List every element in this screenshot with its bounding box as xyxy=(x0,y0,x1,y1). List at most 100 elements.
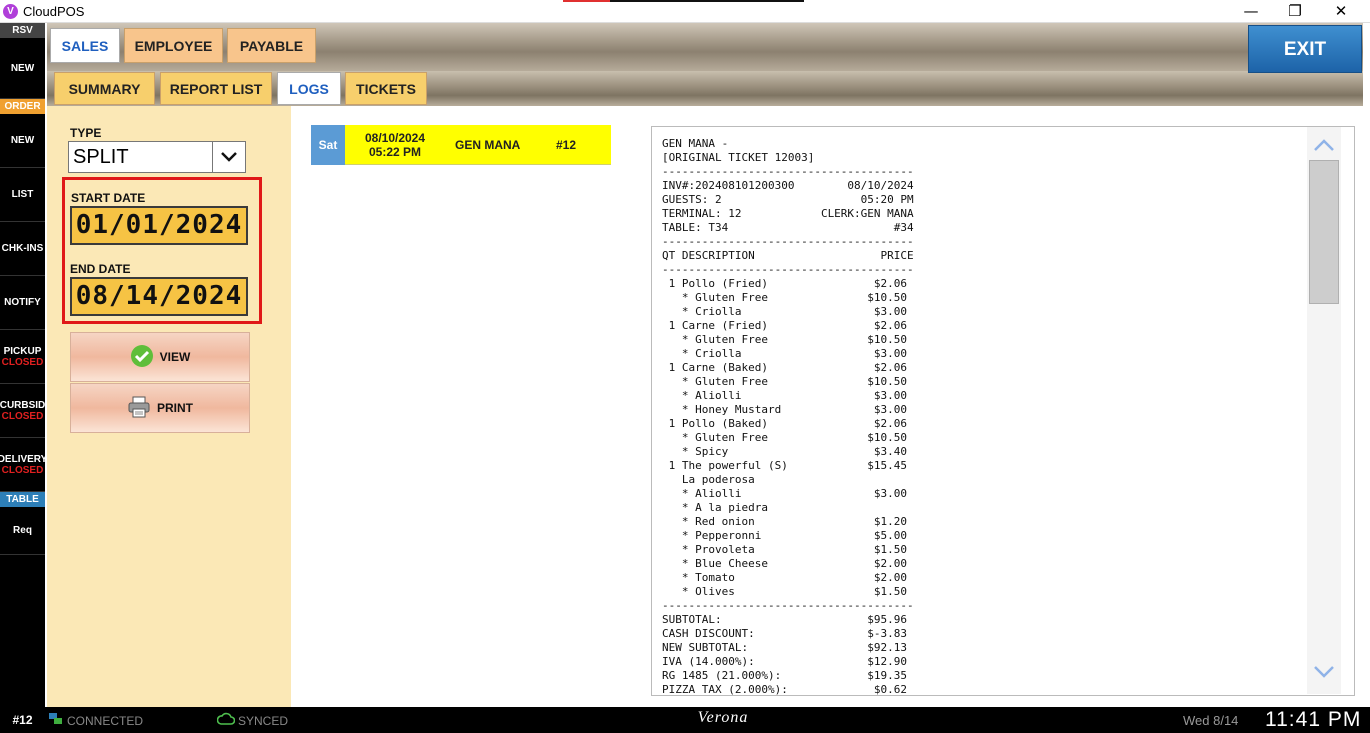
print-label: PRINT xyxy=(157,401,193,415)
receipt-line: * Provoleta $1.50 xyxy=(662,543,908,556)
chevron-down-icon[interactable] xyxy=(212,142,245,172)
end-date-field[interactable]: 08/14/2024 xyxy=(70,277,248,316)
network-icon xyxy=(48,712,64,729)
terminal-number: #12 xyxy=(12,713,33,727)
log-datetime: 08/10/2024 05:22 PM xyxy=(351,131,439,159)
receipt-line: La poderosa xyxy=(662,473,755,486)
sync-status: SYNCED xyxy=(216,712,289,729)
receipt-text: GEN MANA - [ORIGINAL TICKET 12003] -------… xyxy=(662,137,932,696)
receipt-line: INV#:202408101200300 08/10/2024 xyxy=(662,179,914,192)
print-button[interactable]: PRINT xyxy=(70,383,250,433)
receipt-line: -------------------------------------- xyxy=(662,263,914,276)
start-date-field[interactable]: 01/01/2024 xyxy=(70,206,248,245)
receipt-line: -------------------------------------- xyxy=(662,165,914,178)
type-select[interactable]: SPLIT xyxy=(68,141,246,173)
receipt-panel: GEN MANA - [ORIGINAL TICKET 12003] -------… xyxy=(651,126,1355,696)
app-title: CloudPOS xyxy=(23,4,85,19)
receipt-line: [ORIGINAL TICKET 12003] xyxy=(662,151,815,164)
receipt-line: * Gluten Free $10.50 xyxy=(662,333,908,346)
pickup-status: CLOSED xyxy=(1,356,44,368)
restore-button[interactable]: ❐ xyxy=(1272,1,1318,22)
notify-button[interactable]: NOTIFY xyxy=(0,276,45,330)
scroll-thumb[interactable] xyxy=(1309,160,1339,304)
log-time: 05:22 PM xyxy=(368,145,422,159)
subtab-logs[interactable]: LOGS xyxy=(277,72,341,105)
view-label: VIEW xyxy=(159,350,191,364)
receipt-scrollbar[interactable] xyxy=(1307,127,1341,694)
tab-sales[interactable]: SALES xyxy=(50,28,120,63)
order-new-button[interactable]: NEW xyxy=(0,114,45,168)
rsv-header: RSV xyxy=(0,23,45,38)
curbside-button[interactable]: CURBSID CLOSED xyxy=(0,384,45,438)
view-button[interactable]: VIEW xyxy=(70,332,250,382)
delivery-status: CLOSED xyxy=(1,464,44,476)
close-button[interactable]: ✕ xyxy=(1318,1,1364,22)
end-date-label: END DATE xyxy=(70,262,131,276)
delivery-label: DELIVERY xyxy=(0,453,45,465)
store-name: Verona xyxy=(697,709,749,726)
receipt-line: -------------------------------------- xyxy=(662,599,914,612)
receipt-line: 1 The powerful (S) $15.45 xyxy=(662,459,908,472)
title-bar: V CloudPOS — ❐ ✕ xyxy=(0,0,1370,23)
receipt-line: NEW SUBTOTAL: $92.13 xyxy=(662,641,908,654)
log-entry-row[interactable]: Sat 08/10/2024 05:22 PM GEN MANA #12 xyxy=(311,125,611,165)
chevron-up-icon[interactable] xyxy=(1313,135,1335,157)
receipt-line: * Criolla $3.00 xyxy=(662,305,908,318)
receipt-line: TABLE: T34 #34 xyxy=(662,221,914,234)
receipt-line: * Gluten Free $10.50 xyxy=(662,375,908,388)
rsv-new-button[interactable]: NEW xyxy=(0,38,45,99)
receipt-line: * Red onion $1.20 xyxy=(662,515,908,528)
receipt-line: * Tomato $2.00 xyxy=(662,571,908,584)
tab-payable[interactable]: PAYABLE xyxy=(227,28,316,63)
printer-icon xyxy=(127,395,151,422)
notify-label: NOTIFY xyxy=(4,297,41,308)
receipt-line: * Gluten Free $10.50 xyxy=(662,291,908,304)
subtab-tickets[interactable]: TICKETS xyxy=(345,72,427,105)
receipt-line: * Aliolli $3.00 xyxy=(662,487,908,500)
exit-button[interactable]: EXIT xyxy=(1248,25,1362,73)
pickup-label: PICKUP xyxy=(3,345,42,357)
receipt-line: * Gluten Free $10.50 xyxy=(662,431,908,444)
chk-ins-button[interactable]: CHK-INS xyxy=(0,222,45,276)
list-button[interactable]: LIST xyxy=(0,168,45,222)
receipt-line: * Spicy $3.40 xyxy=(662,445,908,458)
receipt-line: 1 Pollo (Baked) $2.06 xyxy=(662,417,908,430)
receipt-line: 1 Carne (Fried) $2.06 xyxy=(662,319,908,332)
minimize-button[interactable]: — xyxy=(1228,1,1274,22)
receipt-line: RG 1485 (21.000%): $19.35 xyxy=(662,669,908,682)
delivery-button[interactable]: DELIVERY CLOSED xyxy=(0,438,45,492)
left-sidebar: RSV NEW ORDER NEW LIST CHK-INS NOTIFY PI… xyxy=(0,23,45,707)
receipt-line: * Blue Cheese $2.00 xyxy=(662,557,908,570)
connection-status: CONNECTED xyxy=(48,712,143,729)
log-number: #12 xyxy=(556,138,577,152)
start-date-label: START DATE xyxy=(71,191,146,205)
order-header: ORDER xyxy=(0,99,45,114)
log-date: 08/10/2024 xyxy=(364,131,426,145)
curbside-label: CURBSID xyxy=(0,399,45,411)
receipt-line: * Pepperonni $5.00 xyxy=(662,529,908,542)
order-new-label: NEW xyxy=(10,135,35,146)
req-button[interactable]: Req xyxy=(0,507,45,555)
receipt-line: * Honey Mustard $3.00 xyxy=(662,403,908,416)
subtab-report-list[interactable]: REPORT LIST xyxy=(160,72,272,105)
chevron-down-icon[interactable] xyxy=(1313,660,1335,682)
receipt-line: * Criolla $3.00 xyxy=(662,347,908,360)
req-label: Req xyxy=(13,525,32,536)
receipt-line: 1 Pollo (Fried) $2.06 xyxy=(662,277,908,290)
list-label: LIST xyxy=(11,189,34,200)
title-indicator-red xyxy=(563,0,610,2)
receipt-line: CASH DISCOUNT: $-3.83 xyxy=(662,627,908,640)
receipt-line: PIZZA TAX (2.000%): $0.62 xyxy=(662,683,908,696)
status-date: Wed 8/14 xyxy=(1183,713,1239,728)
subtab-summary[interactable]: SUMMARY xyxy=(54,72,155,105)
synced-label: SYNCED xyxy=(238,713,289,728)
receipt-line: * A la piedra xyxy=(662,501,768,514)
pickup-button[interactable]: PICKUP CLOSED xyxy=(0,330,45,384)
tab-employee[interactable]: EMPLOYEE xyxy=(124,28,223,63)
receipt-line: GUESTS: 2 05:20 PM xyxy=(662,193,914,206)
receipt-line: TERMINAL: 12 CLERK:GEN MANA xyxy=(662,207,914,220)
table-header: TABLE xyxy=(0,492,45,507)
receipt-line: * Aliolli $3.00 xyxy=(662,389,908,402)
status-time: 11:41 PM xyxy=(1265,708,1362,731)
type-label: TYPE xyxy=(70,126,102,140)
